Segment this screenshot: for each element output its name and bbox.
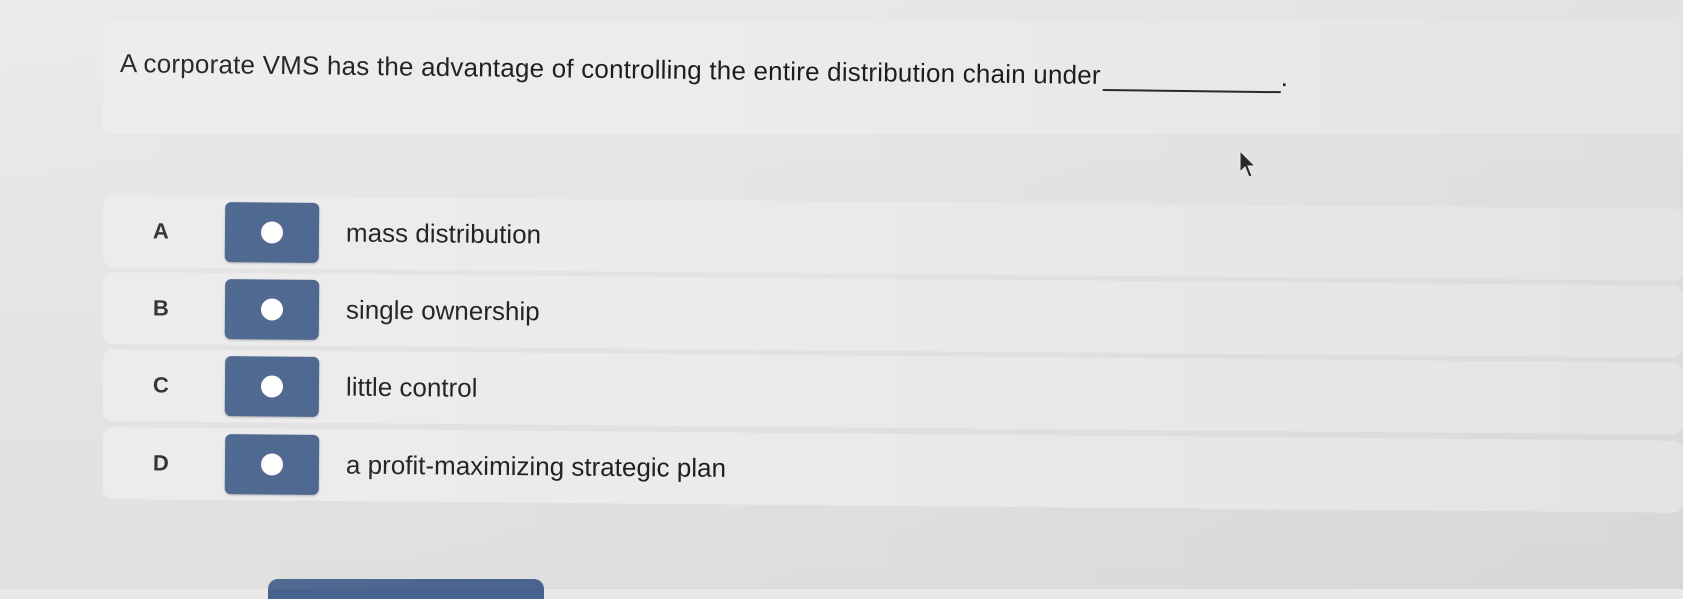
option-label: single ownership xyxy=(345,294,540,327)
option-label: a profit-maximizing strategic plan xyxy=(345,449,727,483)
option-select-button[interactable] xyxy=(224,202,320,263)
option-select-button[interactable] xyxy=(224,434,320,495)
option-letter: A xyxy=(152,218,170,244)
option-b[interactable]: B single ownership xyxy=(102,272,1683,358)
option-c[interactable]: C little control xyxy=(102,349,1683,435)
option-label: mass distribution xyxy=(345,217,542,250)
option-select-button[interactable] xyxy=(224,279,320,340)
option-letter: B xyxy=(152,295,170,321)
submit-button[interactable] xyxy=(268,579,544,599)
option-label: little control xyxy=(345,371,478,403)
option-select-button[interactable] xyxy=(224,356,320,417)
radio-dot-icon xyxy=(260,221,284,244)
option-letter: D xyxy=(152,450,170,476)
option-a[interactable]: A mass distribution xyxy=(102,195,1683,281)
answer-blank xyxy=(1102,63,1281,94)
radio-dot-icon xyxy=(260,298,284,321)
mouse-pointer-icon xyxy=(1239,150,1257,178)
answer-options: A mass distribution B single ownership C… xyxy=(102,195,1683,513)
radio-dot-icon xyxy=(260,453,284,476)
option-d[interactable]: D a profit-maximizing strategic plan xyxy=(102,427,1683,513)
option-letter: C xyxy=(152,372,170,398)
quiz-screen: A corporate VMS has the advantage of con… xyxy=(0,0,1683,599)
question-suffix: . xyxy=(1280,62,1289,93)
radio-dot-icon xyxy=(260,375,284,398)
